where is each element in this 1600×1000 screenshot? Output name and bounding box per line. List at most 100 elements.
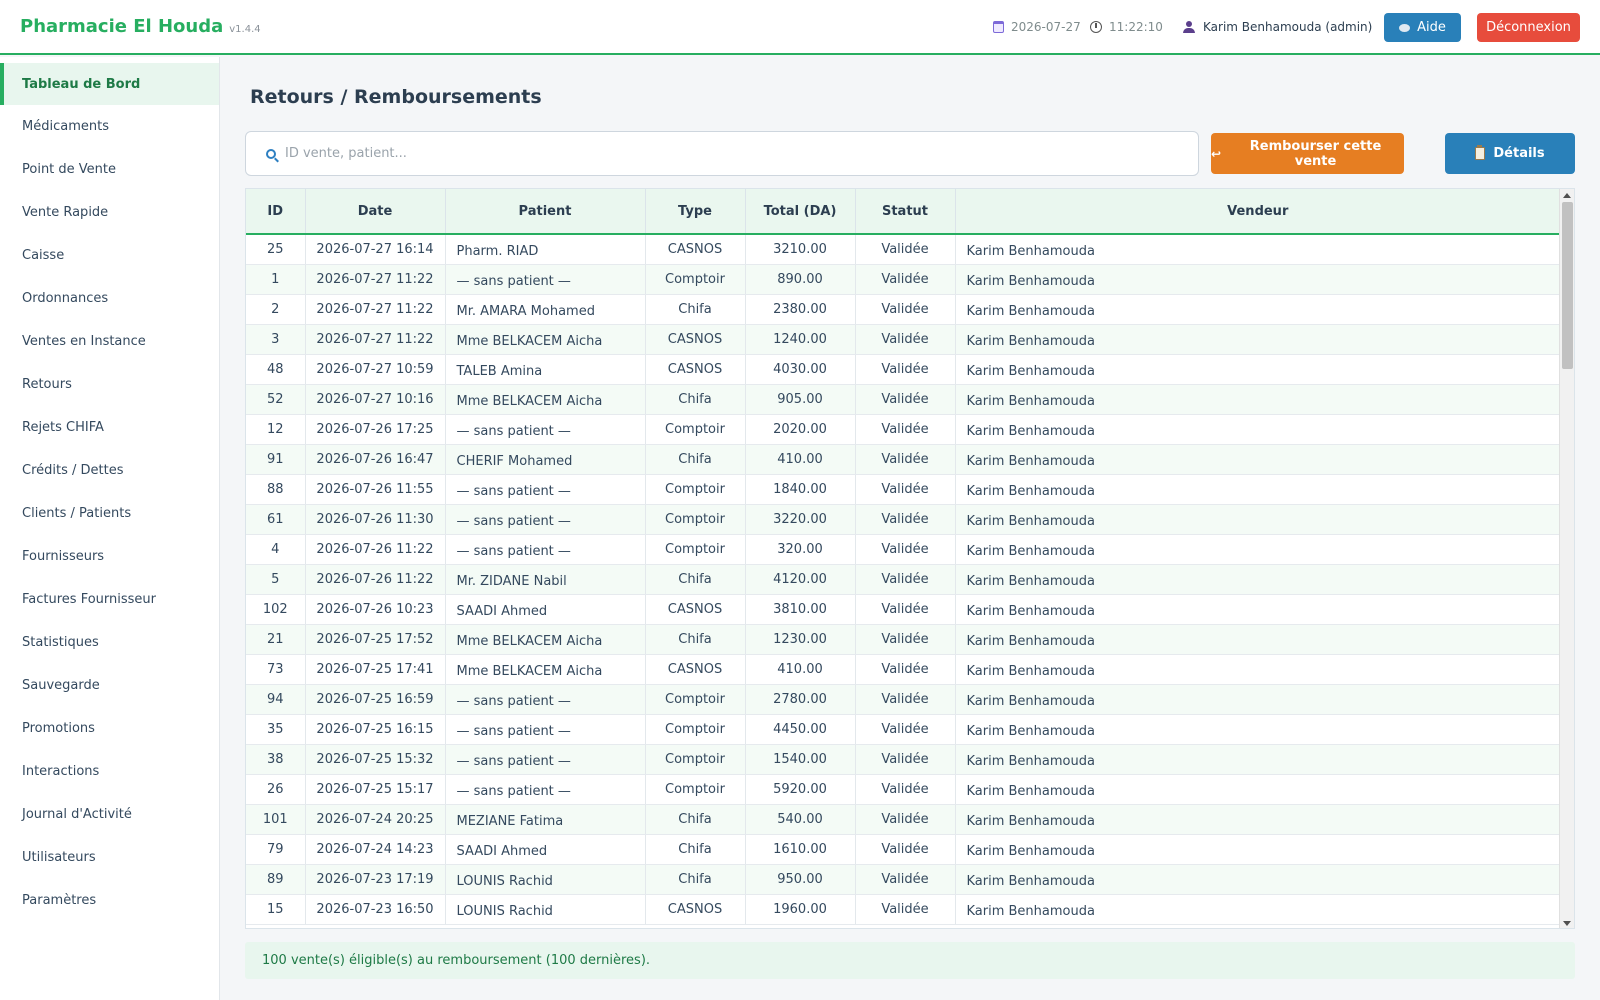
cell-status: Validée: [855, 264, 956, 295]
cell-total: 1610.00: [745, 834, 856, 865]
table-row[interactable]: 102 2026-07-26 10:23 SAADI Ahmed CASNOS 3810…: [246, 594, 1560, 625]
table-row[interactable]: 21 2026-07-25 17:52 Mme BELKACEM Aicha Chif…: [246, 624, 1560, 655]
scroll-down-arrow-icon[interactable]: [1563, 921, 1571, 926]
sidebar-item-sauvegarde[interactable]: Sauvegarde: [0, 664, 219, 706]
sidebar-item-label: Ordonnances: [22, 290, 109, 306]
scrollbar-thumb[interactable]: [1562, 202, 1573, 369]
cell-total: 3220.00: [745, 504, 856, 535]
cell-patient: Mr. AMARA Mohamed: [445, 294, 646, 325]
cell-id: 5: [246, 564, 306, 595]
cell-status: Validée: [855, 444, 956, 475]
column-header-type[interactable]: Type: [645, 189, 746, 235]
table-row[interactable]: 91 2026-07-26 16:47 CHERIF Mohamed Chifa 410…: [246, 444, 1560, 475]
table-scrollbar[interactable]: [1559, 189, 1574, 928]
column-header-status[interactable]: Statut: [855, 189, 956, 235]
table-row[interactable]: 38 2026-07-25 15:32— sans patient — Compto…: [246, 744, 1560, 775]
table-row[interactable]: 79 2026-07-24 14:23 SAADI Ahmed Chifa 1610.0…: [246, 834, 1560, 865]
table-row[interactable]: 25 2026-07-27 16:14 Pharm. RIAD CASNOS 3210.…: [246, 234, 1560, 265]
column-header-total[interactable]: Total (DA): [745, 189, 856, 235]
table-row[interactable]: 12 2026-07-26 17:25— sans patient — Compto…: [246, 414, 1560, 445]
cell-id: 52: [246, 384, 306, 415]
cell-total: 950.00: [745, 864, 856, 895]
table-row[interactable]: 61 2026-07-26 11:30— sans patient — Compto…: [246, 504, 1560, 535]
sidebar-item-utilisateurs[interactable]: Utilisateurs: [0, 836, 219, 878]
cell-status: Validée: [855, 864, 956, 895]
table-row[interactable]: 101 2026-07-24 20:25 MEZIANE Fatima Chifa 54…: [246, 804, 1560, 835]
refund-sale-button[interactable]: ↩ Rembourser cette vente: [1211, 133, 1404, 174]
table-row[interactable]: 4 2026-07-26 11:22— sans patient — Comptoi…: [246, 534, 1560, 565]
cell-total: 410.00: [745, 444, 856, 475]
table-header-row: ID Date Patient Type Total (DA) Statut V…: [246, 189, 1560, 235]
table-row[interactable]: 1 2026-07-27 11:22— sans patient — Comptoi…: [246, 264, 1560, 295]
cell-seller: Karim Benhamouda: [955, 714, 1560, 745]
cell-total: 2780.00: [745, 684, 856, 715]
table-row[interactable]: 3 2026-07-27 11:22 Mme BELKACEM Aicha CASNO…: [246, 324, 1560, 355]
table-row[interactable]: 52 2026-07-27 10:16 Mme BELKACEM Aicha Chif…: [246, 384, 1560, 415]
search-box[interactable]: [245, 131, 1199, 176]
sidebar-item-journal-activite[interactable]: Journal d'Activité: [0, 793, 219, 835]
table-row[interactable]: 94 2026-07-25 16:59— sans patient — Compto…: [246, 684, 1560, 715]
table-row[interactable]: 89 2026-07-23 17:19 LOUNIS Rachid Chifa 950.…: [246, 864, 1560, 895]
sidebar-item-caisse[interactable]: Caisse: [0, 234, 219, 276]
cell-date: 2026-07-23 16:50: [305, 894, 446, 925]
cell-seller: Karim Benhamouda: [955, 624, 1560, 655]
search-input[interactable]: [285, 146, 1165, 161]
cell-seller: Karim Benhamouda: [955, 894, 1560, 925]
cell-patient: — sans patient —: [445, 774, 646, 805]
sidebar-item-promotions[interactable]: Promotions: [0, 707, 219, 749]
header-time: 11:22:10: [1090, 20, 1163, 34]
sidebar-item-tableau-de-bord[interactable]: Tableau de Bord: [0, 63, 219, 105]
cell-seller: Karim Benhamouda: [955, 594, 1560, 625]
cell-date: 2026-07-27 10:16: [305, 384, 446, 415]
header-time-value: 11:22:10: [1109, 20, 1163, 34]
sidebar-item-label: Sauvegarde: [22, 677, 100, 693]
sidebar-item-rejets-chifa[interactable]: Rejets CHIFA: [0, 406, 219, 448]
column-header-id[interactable]: ID: [246, 189, 306, 235]
table-row[interactable]: 2 2026-07-27 11:22 Mr. AMARA Mohamed Chifa 2…: [246, 294, 1560, 325]
sidebar-item-vente-rapide[interactable]: Vente Rapide: [0, 191, 219, 233]
sidebar-item-fournisseurs[interactable]: Fournisseurs: [0, 535, 219, 577]
sidebar-item-label: Statistiques: [22, 634, 99, 650]
search-icon: [266, 148, 276, 159]
sidebar: Tableau de Bord Médicaments Point de Ven…: [0, 57, 220, 1000]
cell-type: Comptoir: [645, 504, 746, 535]
cell-patient: MEZIANE Fatima: [445, 804, 646, 835]
table-row[interactable]: 88 2026-07-26 11:55— sans patient — Compto…: [246, 474, 1560, 505]
sidebar-item-ventes-en-instance[interactable]: Ventes en Instance: [0, 320, 219, 362]
sidebar-item-interactions[interactable]: Interactions: [0, 750, 219, 792]
sidebar-item-medicaments[interactable]: Médicaments: [0, 105, 219, 147]
sidebar-item-label: Tableau de Bord: [22, 76, 141, 92]
scroll-up-arrow-icon[interactable]: [1563, 193, 1571, 198]
sidebar-item-clients-patients[interactable]: Clients / Patients: [0, 492, 219, 534]
sidebar-item-factures-fournisseur[interactable]: Factures Fournisseur: [0, 578, 219, 620]
table-row[interactable]: 5 2026-07-26 11:22 Mr. ZIDANE Nabil Chifa 41…: [246, 564, 1560, 595]
table-row[interactable]: 35 2026-07-25 16:15— sans patient — Compto…: [246, 714, 1560, 745]
sidebar-item-parametres[interactable]: Paramètres: [0, 879, 219, 921]
table-row[interactable]: 73 2026-07-25 17:41 Mme BELKACEM Aicha CASN…: [246, 654, 1560, 685]
cell-patient: — sans patient —: [445, 534, 646, 565]
logout-button[interactable]: Déconnexion: [1477, 13, 1580, 42]
cell-id: 35: [246, 714, 306, 745]
sidebar-item-point-de-vente[interactable]: Point de Vente: [0, 148, 219, 190]
column-header-patient[interactable]: Patient: [445, 189, 646, 235]
cell-patient: Mme BELKACEM Aicha: [445, 384, 646, 415]
cell-patient: Mme BELKACEM Aicha: [445, 624, 646, 655]
sidebar-item-ordonnances[interactable]: Ordonnances: [0, 277, 219, 319]
sidebar-item-statistiques[interactable]: Statistiques: [0, 621, 219, 663]
table-row[interactable]: 15 2026-07-23 16:50 LOUNIS Rachid CASNOS 196…: [246, 894, 1560, 925]
cell-patient: CHERIF Mohamed: [445, 444, 646, 475]
table-row[interactable]: 48 2026-07-27 10:59 TALEB Amina CASNOS 4030.…: [246, 354, 1560, 385]
help-button[interactable]: Aide: [1384, 13, 1461, 42]
cell-total: 410.00: [745, 654, 856, 685]
column-header-seller[interactable]: Vendeur: [955, 189, 1560, 235]
details-button[interactable]: Détails: [1445, 133, 1575, 174]
cell-id: 3: [246, 324, 306, 355]
table-row[interactable]: 26 2026-07-25 15:17— sans patient — Compto…: [246, 774, 1560, 805]
cell-type: Chifa: [645, 804, 746, 835]
cell-type: Chifa: [645, 864, 746, 895]
column-header-date[interactable]: Date: [305, 189, 446, 235]
cell-seller: Karim Benhamouda: [955, 684, 1560, 715]
cell-status: Validée: [855, 384, 956, 415]
sidebar-item-credits-dettes[interactable]: Crédits / Dettes: [0, 449, 219, 491]
sidebar-item-retours[interactable]: Retours: [0, 363, 219, 405]
